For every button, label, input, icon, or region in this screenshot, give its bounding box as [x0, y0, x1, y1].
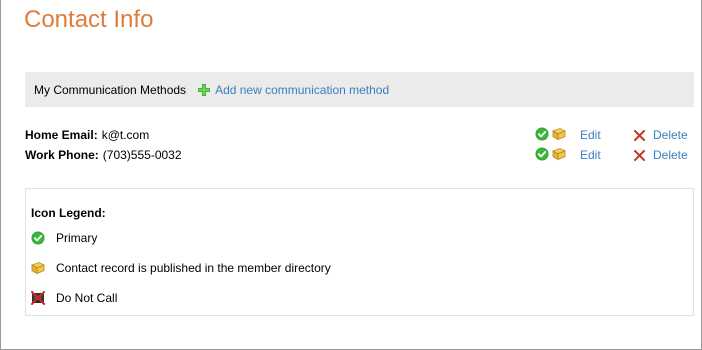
communication-methods-bar: My Communication Methods Add new communi…: [25, 72, 694, 107]
contact-row-home-email: Home Email: k@t.com Edit Delete: [25, 127, 694, 143]
contact-value: (703)555-0032: [102, 148, 182, 162]
delete-link[interactable]: Delete: [634, 127, 688, 143]
plus-icon: [198, 83, 211, 96]
icon-legend: Icon Legend: Primary Contact record is p…: [25, 188, 694, 316]
check-circle-icon: [535, 147, 549, 161]
legend-label: Contact record is published in the membe…: [56, 261, 331, 275]
check-circle-icon: [31, 231, 45, 245]
edit-link[interactable]: Edit: [580, 127, 601, 143]
contact-row-work-phone: Work Phone: (703)555-0032 Edit Delete: [25, 147, 694, 163]
page-title: Contact Info: [24, 6, 154, 33]
delete-link[interactable]: Delete: [634, 147, 688, 163]
add-communication-method-label: Add new communication method: [215, 82, 390, 97]
book-icon: [552, 128, 566, 141]
add-communication-method-link[interactable]: Add new communication method: [198, 83, 389, 97]
contact-label: Work Phone:: [25, 148, 99, 162]
communication-methods-label: My Communication Methods: [34, 82, 187, 97]
contact-status-icons: [535, 127, 566, 141]
legend-item-published: Contact record is published in the membe…: [31, 261, 331, 275]
contact-value: k@t.com: [101, 128, 150, 142]
contact-status-icons: [535, 147, 566, 161]
legend-label: Do Not Call: [56, 291, 118, 305]
legend-item-primary: Primary: [31, 231, 97, 245]
legend-title: Icon Legend:: [31, 206, 106, 220]
book-icon: [552, 148, 566, 161]
delete-x-icon: [634, 149, 645, 161]
check-circle-icon: [535, 127, 549, 141]
delete-label: Delete: [653, 128, 688, 142]
legend-item-do-not-call: Do Not Call: [31, 291, 117, 305]
no-phone-icon: [31, 291, 45, 305]
legend-label: Primary: [56, 231, 98, 245]
delete-x-icon: [634, 129, 645, 141]
contact-label: Home Email:: [25, 128, 98, 142]
book-icon: [31, 262, 45, 275]
delete-label: Delete: [653, 148, 688, 162]
edit-link[interactable]: Edit: [580, 147, 601, 163]
